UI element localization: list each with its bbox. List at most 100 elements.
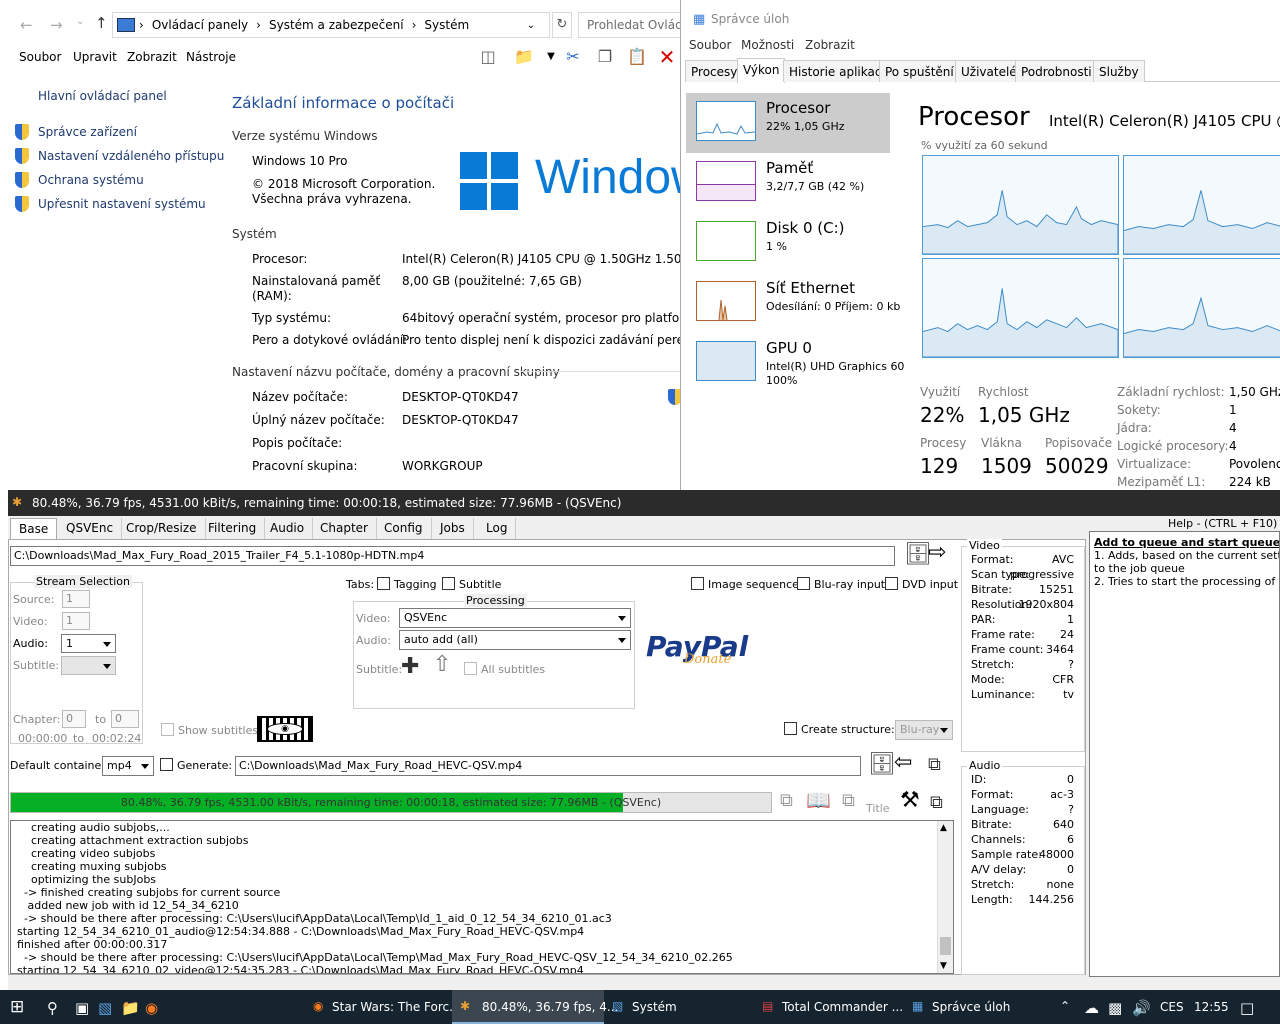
clock[interactable]: 12:55 [1194,990,1229,1024]
up-arrow-icon[interactable]: ⇧ [433,652,451,677]
tab-performance[interactable]: Výkon [737,58,786,83]
tab-details[interactable]: Podrobnosti [1015,60,1098,82]
save-output-icon[interactable]: 🗄 [868,752,896,777]
chevron-up-icon[interactable]: ⌃ [1060,999,1070,1013]
tab-users[interactable]: Uživatelé [955,60,1023,82]
menu-edit[interactable]: Upravit [73,50,117,64]
tab-base[interactable]: Base [10,518,58,539]
cut-icon[interactable]: ✂ [562,46,584,68]
chapter-to-spinner[interactable]: 0 [111,710,139,728]
tab-qsvenc[interactable]: QSVEnc [58,518,123,539]
tab-processes[interactable]: Procesy [685,60,744,82]
create-structure-checkbox[interactable] [784,722,797,735]
delete-icon[interactable]: ✕ [656,46,678,68]
history-chevron-icon[interactable]: ⌄ [76,16,84,27]
resource-gpu[interactable]: GPU 0 Intel(R) UHD Graphics 60 100% [686,333,904,393]
breadcrumb-control-panel[interactable]: Ovládací panely [152,18,248,32]
menu-tools[interactable]: Nástroje [186,50,236,64]
system-protection-link[interactable]: Ochrana systému [38,173,144,187]
tab-filtering[interactable]: Filtering [200,518,266,539]
refresh-icon[interactable]: ↻ [552,12,572,38]
audio-select[interactable]: 1 [61,634,116,653]
source-spinner[interactable]: 1 [62,590,90,608]
donate-text[interactable]: Donate [684,652,731,667]
video-spinner[interactable]: 1 [62,612,90,630]
subtitle-select[interactable] [61,656,116,675]
scroll-down-icon[interactable]: ▼ [940,961,947,971]
log-scrollbar[interactable]: ▲ ▼ [937,821,953,973]
tab-services[interactable]: Služby [1093,60,1145,82]
subtitle-tab-checkbox[interactable] [442,577,455,590]
add-queue-icon[interactable]: ⧉ [928,754,941,775]
address-dropdown-icon[interactable]: ⌄ [527,20,535,31]
scroll-thumb[interactable] [940,937,951,955]
language-indicator[interactable]: CES [1160,990,1184,1024]
scroll-up-icon[interactable]: ▲ [940,823,947,833]
copy-icon[interactable]: ❐ [594,46,616,68]
resource-network[interactable]: Síť Ethernet Odesílání: 0 Příjem: 0 kb [686,273,900,333]
add-icon[interactable]: ⧉ [780,790,793,811]
tab-log[interactable]: Log [478,518,517,539]
generate-checkbox[interactable] [160,758,173,771]
video-encoder-select[interactable]: QSVEnc [399,608,631,628]
menu-file[interactable]: Soubor [689,38,731,52]
resource-memory[interactable]: Paměť 3,2/7,7 GB (42 %) [686,153,890,213]
taskbar-task-manager[interactable]: ▦ Správce úloh [906,990,1054,1024]
tab-startup[interactable]: Po spuštění [879,60,960,82]
control-panel-home-link[interactable]: Hlavní ovládací panel [38,89,167,103]
remote-settings-link[interactable]: Nastavení vzdáleného přístupu [38,149,224,163]
book-icon[interactable]: 📖 [806,788,831,812]
onedrive-icon[interactable]: ☁ [1084,999,1099,1017]
bluray-input-checkbox[interactable] [797,577,810,590]
explorer-pinned-icon[interactable]: ▧ [98,999,112,1017]
tab-chapter[interactable]: Chapter [312,518,377,539]
image-sequence-checkbox[interactable] [691,577,704,590]
worker-icon[interactable]: ⚒ [900,788,920,813]
taskbar-total-commander[interactable]: ▤ Total Commander ... [756,990,904,1024]
structure-select[interactable]: Blu-ray [895,720,953,740]
add-subtitle-icon[interactable]: ✚ [401,654,419,679]
menu-view[interactable]: Zobrazit [127,50,177,64]
address-bar[interactable]: › Ovládací panely › Systém a zabezpečení… [112,12,550,38]
breadcrumb-system-security[interactable]: Systém a zabezpečení [269,18,404,32]
audio-mode-select[interactable]: auto add (all) [399,630,631,650]
volume-icon[interactable]: 🔊 [1132,999,1151,1017]
search-input[interactable]: Prohledat Ovlád [578,12,690,38]
preview-pane-icon[interactable]: ◫ [477,46,499,68]
paste-icon[interactable]: 📋 [626,46,648,68]
network-icon[interactable]: ▩ [1108,999,1122,1017]
dvd-input-checkbox[interactable] [885,577,898,590]
start-queue-icon[interactable]: ⧉ [930,792,943,813]
back-arrow-icon[interactable]: ← [20,16,33,34]
tagging-checkbox[interactable] [377,577,390,590]
menu-file[interactable]: Soubor [19,50,61,64]
advanced-settings-link[interactable]: Upřesnit nastavení systému [38,197,206,211]
menu-options[interactable]: Možnosti [741,38,794,52]
add-title-icon[interactable]: ⧉ [842,790,855,811]
firefox-icon[interactable]: ◉ [145,999,158,1017]
tab-app-history[interactable]: Historie aplikací [783,60,891,82]
menu-view[interactable]: Zobrazit [805,38,855,52]
tab-audio[interactable]: Audio [262,518,314,539]
arrow-left-icon[interactable]: ⇦ [894,750,912,775]
log-output[interactable]: creating audio subjobs,... creating atta… [10,820,954,974]
resource-cpu[interactable]: Procesor 22% 1,05 GHz [686,93,890,153]
folder-icon[interactable]: 📁 [121,999,140,1017]
show-subtitles-checkbox[interactable] [161,723,174,736]
chapter-from-spinner[interactable]: 0 [62,710,86,728]
taskbar-firefox[interactable]: ◉ Star Wars: The Forc... [306,990,461,1024]
dropdown-icon[interactable]: ▼ [540,46,562,68]
output-path-input[interactable]: C:\Downloads\Mad_Max_Fury_Road_HEVC-QSV.… [235,756,861,776]
folder-icon[interactable]: 📁 [513,46,535,68]
resource-disk[interactable]: Disk 0 (C:) 1 % [686,213,890,273]
search-icon[interactable]: ⚲ [47,999,58,1017]
preview-film-icon[interactable]: ◉ [257,716,313,742]
notifications-icon[interactable]: □ [1240,999,1254,1017]
tab-config[interactable]: Config [376,518,432,539]
taskbar-encoder[interactable]: ✱ 80.48%, 36.79 fps, 4... [452,990,618,1024]
start-windows-icon[interactable]: ⊞ [10,997,24,1017]
arrow-right-icon[interactable]: ⇨ [928,540,946,565]
all-subtitles-checkbox[interactable] [464,662,477,675]
tab-crop-resize[interactable]: Crop/Resize [118,518,206,539]
container-select[interactable]: mp4 [102,756,154,776]
